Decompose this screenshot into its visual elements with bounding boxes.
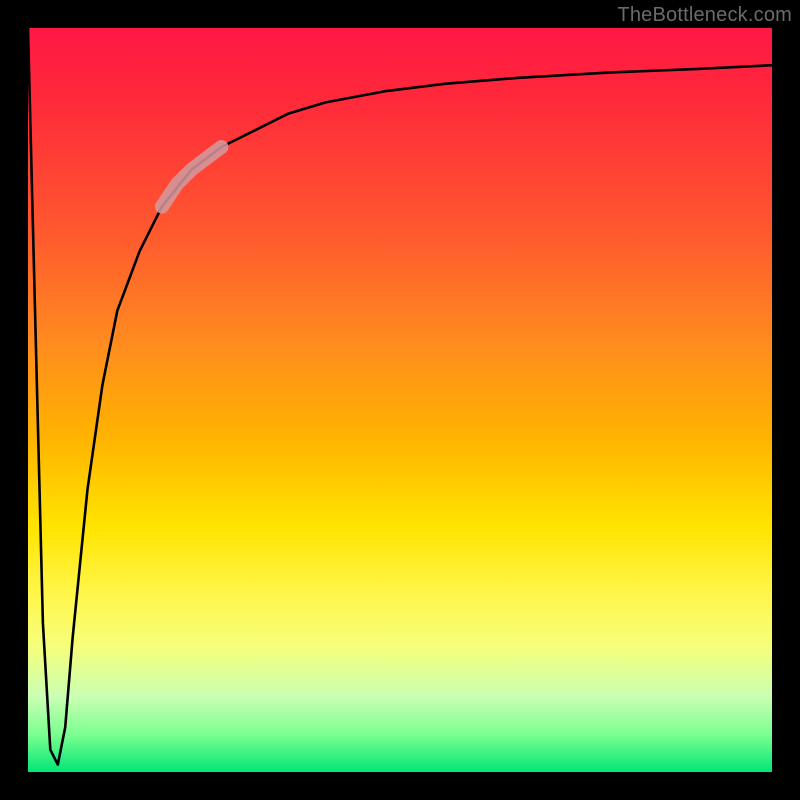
watermark-text: TheBottleneck.com xyxy=(617,4,792,27)
bottleneck-curve xyxy=(28,28,772,765)
highlight-segment xyxy=(162,147,222,207)
chart-frame: TheBottleneck.com xyxy=(0,0,800,800)
curve-svg xyxy=(28,28,772,772)
plot-area xyxy=(28,28,772,772)
